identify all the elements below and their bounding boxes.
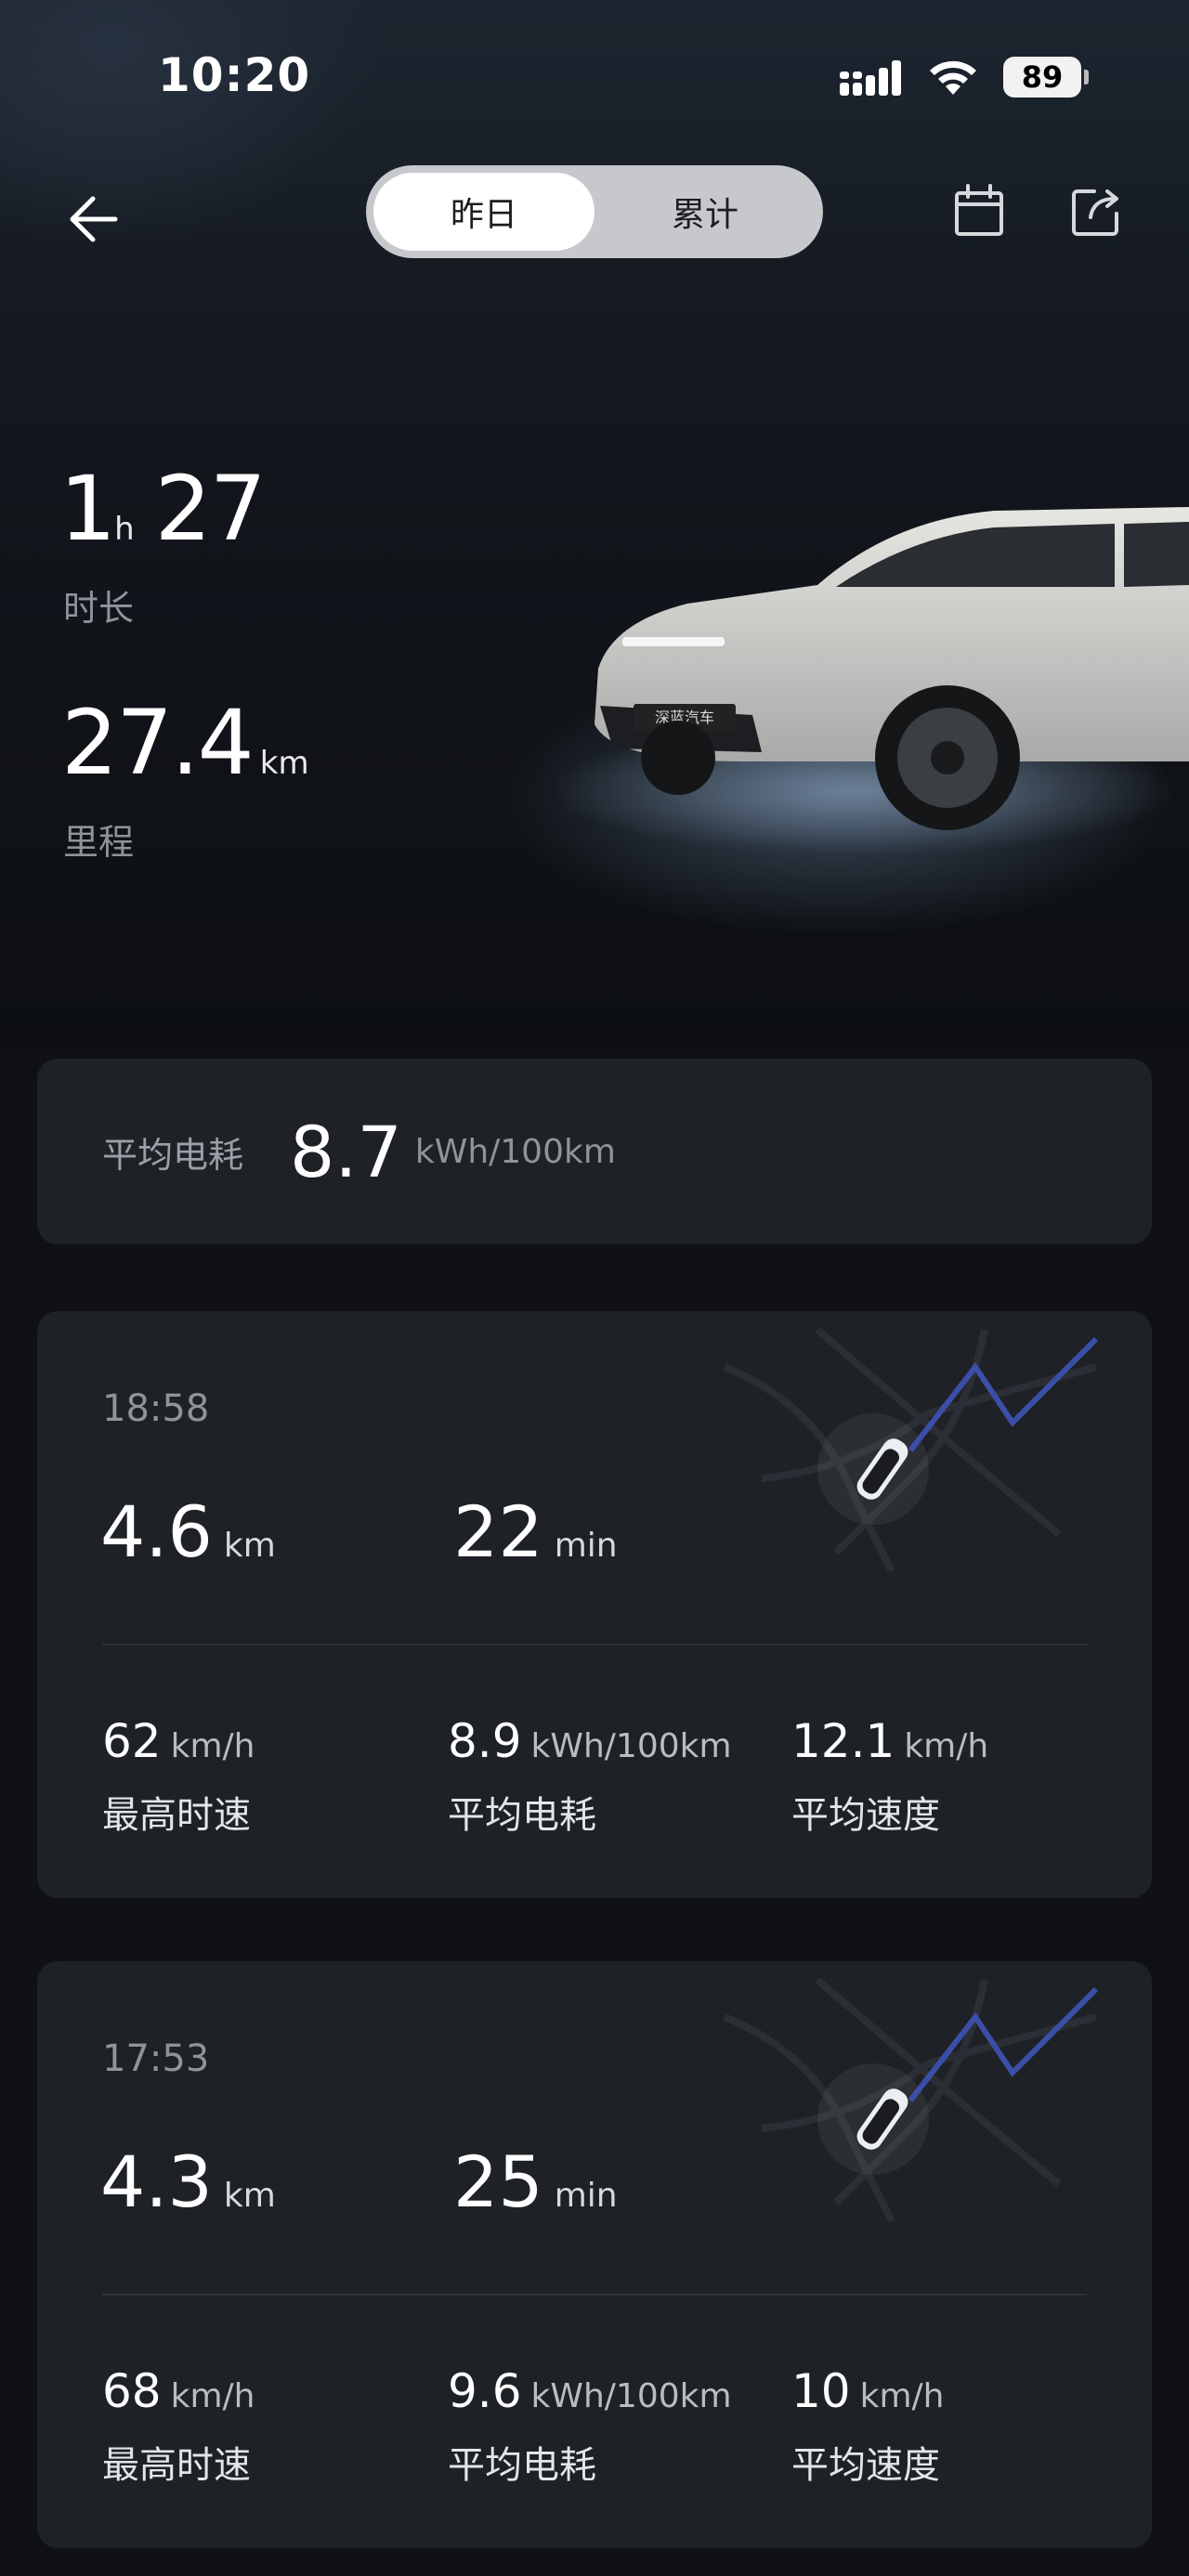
avg-consumption-card: 平均电耗 8.7 kWh/100km [37,1059,1152,1244]
consumption-label: 平均电耗 [448,1794,596,1837]
trip-card[interactable]: 17:53 4.3 km 25 min 68 km/h 最高时速 9.6 kWh/100… [37,1961,1152,2548]
distance-value: 27.4 km [61,691,309,795]
divider [102,1644,1087,1646]
status-time: 10:20 [158,48,311,102]
trip-distance: 4.3 km [100,2140,276,2223]
route-map-icon [723,1326,1099,1571]
period-segmented-control[interactable]: 昨日 累计 [366,165,823,258]
avg-consumption-value: 8.7 kWh/100km [290,1110,616,1193]
avg-speed-value: 10 km/h [791,2364,945,2418]
trip-start-time: 17:53 [102,2037,210,2080]
back-arrow-icon[interactable] [61,182,136,256]
duration-label: 时长 [63,588,135,629]
avg-consumption-label: 平均电耗 [102,1134,244,1176]
route-map-icon [723,1976,1099,2221]
wifi-icon [930,60,976,95]
consumption-label: 平均电耗 [448,2444,596,2487]
trip-distance: 4.6 km [100,1490,276,1573]
max-speed-value: 68 km/h [102,2364,255,2418]
avg-speed-value: 12.1 km/h [791,1714,989,1768]
avg-speed-label: 平均速度 [791,2444,940,2487]
consumption-value: 9.6 kWh/100km [448,2364,732,2418]
trip-card[interactable]: 18:58 4.6 km 22 min 62 km/h 最高时速 8.9 kWh/100… [37,1311,1152,1898]
share-icon[interactable] [1066,182,1126,241]
max-speed-label: 最高时速 [102,2444,251,2487]
max-speed-label: 最高时速 [102,1794,251,1837]
tab-cumulative[interactable]: 累计 [594,173,816,251]
battery-indicator: 89 [1003,57,1089,98]
duration-value: 1h 27 [59,457,267,561]
trip-start-time: 18:58 [102,1387,210,1430]
max-speed-value: 62 km/h [102,1714,255,1768]
status-icons: 89 [840,56,1089,98]
trip-duration: 25 min [453,2140,618,2223]
cellular-signal-icon [840,60,901,96]
consumption-value: 8.9 kWh/100km [448,1714,732,1768]
distance-label: 里程 [63,822,135,863]
trip-duration: 22 min [453,1490,618,1573]
tab-yesterday[interactable]: 昨日 [373,173,594,251]
car-image: 深蓝汽车 [557,507,1189,854]
divider [102,2294,1087,2296]
calendar-icon[interactable] [949,182,1009,241]
avg-speed-label: 平均速度 [791,1794,940,1837]
